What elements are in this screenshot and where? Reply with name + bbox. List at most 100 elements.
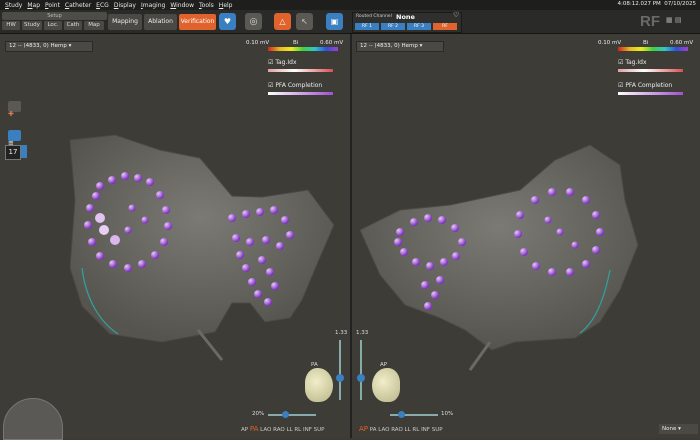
left-view-buttons: AP PA LAO RAO LL RL INF SUP xyxy=(241,425,324,433)
menu-point[interactable]: Point xyxy=(45,2,60,9)
tab-verification[interactable]: Verification xyxy=(179,14,216,30)
right-zoom-knob[interactable] xyxy=(357,374,365,382)
right-view-rao[interactable]: RAO xyxy=(391,427,403,433)
right-scale-max: 0.60 mV xyxy=(670,40,694,46)
lock-icon[interactable]: ▤ xyxy=(675,16,682,24)
chevron-down-icon: ▾ xyxy=(678,426,681,432)
right-view-ap[interactable]: AP xyxy=(359,425,368,433)
catheter-button[interactable]: ◎ xyxy=(245,13,262,30)
right-pfa-bar xyxy=(618,92,683,95)
left-map-selector-label: 12 -- (4833, 0) Hemp xyxy=(9,43,67,49)
setup-header[interactable]: Setup xyxy=(2,12,107,20)
right-pfa-legend[interactable]: ☑ PFA Completion xyxy=(618,82,672,89)
chevron-down-icon: ▾ xyxy=(419,43,423,49)
channel-rf4[interactable]: RF xyxy=(433,23,457,30)
monitor-button[interactable]: ▣ xyxy=(326,13,343,30)
side-counter-value: 17 xyxy=(8,148,18,156)
left-view-ap[interactable]: AP xyxy=(241,427,248,433)
layers-side-icon[interactable]: ≡ xyxy=(8,130,21,147)
menu-map[interactable]: Map xyxy=(27,2,40,9)
bottom-right-select[interactable]: None ▾ xyxy=(659,424,698,434)
circle-icon: ◎ xyxy=(249,16,258,27)
tab-hw[interactable]: HW xyxy=(2,21,20,30)
left-scale-max: 0.60 mV xyxy=(320,40,344,46)
checkbox-icon[interactable]: ☑ xyxy=(268,59,273,66)
left-percent-label: 20% xyxy=(252,411,265,417)
right-view-lao[interactable]: LAO xyxy=(378,427,389,433)
right-tag-idx-label: Tag.Idx xyxy=(625,59,647,66)
left-view-rl[interactable]: RL xyxy=(294,427,301,433)
cursor-button[interactable]: ↖ xyxy=(296,13,313,30)
left-pfa-bar xyxy=(268,92,333,95)
cursor-icon: ↖ xyxy=(301,17,308,26)
checkbox-icon[interactable]: ☑ xyxy=(618,59,623,66)
left-opacity-slider[interactable] xyxy=(268,414,316,416)
routed-channel-label: Routed Channel xyxy=(356,14,392,19)
right-view-rl[interactable]: RL xyxy=(412,427,419,433)
menu-window[interactable]: Window xyxy=(170,2,194,9)
channel-rf1[interactable]: RF 1 xyxy=(355,23,379,30)
right-view-sup[interactable]: SUP xyxy=(432,427,443,433)
checkbox-icon[interactable]: ☑ xyxy=(618,82,623,89)
right-view-pa[interactable]: PA xyxy=(370,427,377,433)
heart-view-button[interactable]: ♥ xyxy=(219,13,236,30)
channel-rf3[interactable]: RF 3 xyxy=(407,23,431,30)
tab-cath[interactable]: Cath xyxy=(64,21,82,30)
left-view-lao[interactable]: LAO xyxy=(260,427,271,433)
side-counter-stepper[interactable] xyxy=(21,145,27,158)
checkbox-icon[interactable]: ☑ xyxy=(268,82,273,89)
left-tag-idx-bar xyxy=(268,69,333,72)
tab-study[interactable]: Study xyxy=(22,21,42,30)
left-tag-idx-label: Tag.Idx xyxy=(275,59,297,66)
tab-loc[interactable]: Loc. xyxy=(44,21,62,30)
right-tag-idx-legend[interactable]: ☑ Tag.Idx xyxy=(618,59,647,66)
grid-icon[interactable]: ▦ xyxy=(666,16,673,24)
menu-help[interactable]: Help xyxy=(219,2,233,9)
catheter-side-icon[interactable]: ✚ xyxy=(8,101,21,118)
clock: 4:08:12.027 PM 07/10/2025 xyxy=(618,1,696,7)
viewport-divider[interactable] xyxy=(350,34,352,438)
tab-ablation[interactable]: Ablation xyxy=(144,14,177,30)
right-zoom-value: 1.33 xyxy=(356,330,369,336)
channel-rf2[interactable]: RF 2 xyxy=(381,23,405,30)
heart-icon: ♥ xyxy=(223,17,232,26)
tab-mapping[interactable]: Mapping xyxy=(108,14,142,30)
brand-logo: RF xyxy=(640,13,660,30)
left-scale-mid: Bi xyxy=(293,40,299,46)
left-view-ll[interactable]: LL xyxy=(286,427,292,433)
right-opacity-knob[interactable] xyxy=(398,411,405,418)
menu-tools[interactable]: Tools xyxy=(199,2,214,9)
menu-study[interactable]: Study xyxy=(5,2,22,9)
left-view-inf[interactable]: INF xyxy=(303,427,312,433)
right-tag-idx-bar xyxy=(618,69,683,72)
right-percent-label: 10% xyxy=(441,411,454,417)
left-scale-min: 0.10 mV xyxy=(246,40,270,46)
clock-date: 07/10/2025 xyxy=(664,1,696,7)
left-view-sup[interactable]: SUP xyxy=(314,427,325,433)
left-view-rao[interactable]: RAO xyxy=(273,427,285,433)
left-map-selector[interactable]: 12 -- (4833, 0) Hemp ▾ xyxy=(5,41,93,52)
routed-channel-panel: Routed Channel None ♡ RF 1 RF 2 RF 3 RF xyxy=(352,11,462,33)
bottom-right-select-value: None xyxy=(662,426,677,432)
menu-display[interactable]: Display xyxy=(114,2,136,9)
menu-imaging[interactable]: Imaging xyxy=(141,2,165,9)
routed-channel-value: None xyxy=(396,13,415,21)
right-map-selector[interactable]: 12 -- (4833, 0) Hemp ▾ xyxy=(356,41,444,52)
right-zoom-slider[interactable] xyxy=(360,340,362,400)
side-counter[interactable]: 17 xyxy=(5,145,21,160)
menu-catheter[interactable]: Catheter xyxy=(65,2,91,9)
left-view-pa[interactable]: PA xyxy=(250,425,259,433)
right-view-inf[interactable]: INF xyxy=(421,427,430,433)
right-view-ll[interactable]: LL xyxy=(405,427,411,433)
menu-ecg[interactable]: ECG xyxy=(96,2,109,9)
alert-button[interactable]: △ xyxy=(274,13,291,30)
brand-logo-text: RF xyxy=(640,13,660,30)
tab-map[interactable]: Map xyxy=(84,21,104,30)
left-zoom-slider[interactable] xyxy=(339,340,341,400)
left-opacity-knob[interactable] xyxy=(282,411,289,418)
right-scale-mid: Bi xyxy=(643,40,649,46)
right-voltage-gradient xyxy=(618,47,688,51)
left-tag-idx-legend[interactable]: ☑ Tag.Idx xyxy=(268,59,297,66)
left-zoom-knob[interactable] xyxy=(336,374,344,382)
left-pfa-legend[interactable]: ☑ PFA Completion xyxy=(268,82,322,89)
